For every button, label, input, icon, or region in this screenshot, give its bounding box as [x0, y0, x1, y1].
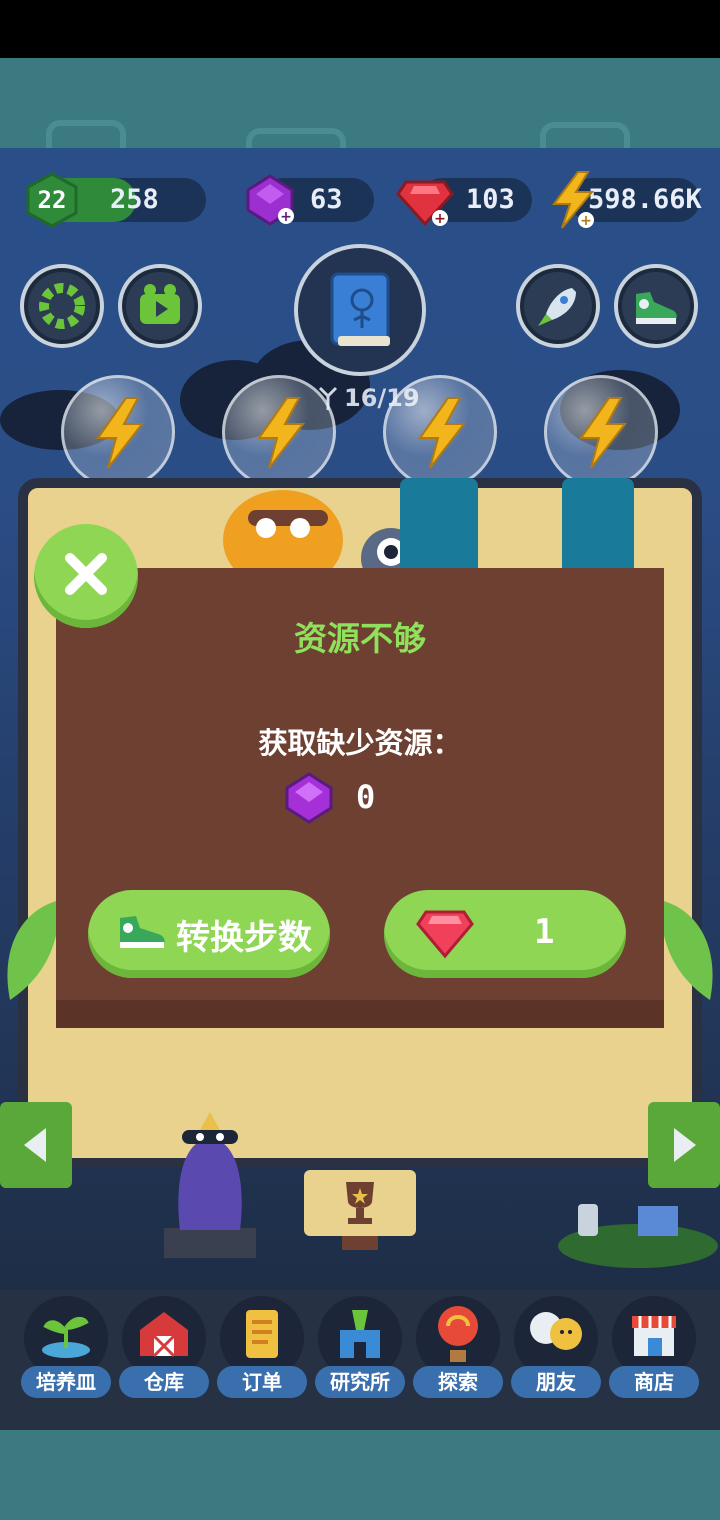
nav-label: 培养皿	[21, 1366, 111, 1398]
nav-explore[interactable]: 探索	[413, 1296, 503, 1404]
missing-amount: 0	[356, 778, 376, 816]
sign-post	[342, 1236, 378, 1250]
energy-bubble[interactable]	[383, 375, 497, 489]
level-number: 22	[37, 186, 67, 214]
nav-petri-dish[interactable]: 培养皿	[21, 1296, 111, 1404]
lightning-icon	[96, 397, 145, 469]
close-icon	[65, 553, 107, 595]
nav-shop[interactable]: 商店	[609, 1296, 699, 1404]
svg-text:+: +	[580, 213, 592, 229]
scene-bottom-band	[0, 1430, 720, 1520]
red-gem-icon: +	[396, 180, 454, 227]
nav-label: 研究所	[315, 1366, 405, 1398]
sneaker-button[interactable]	[614, 264, 698, 348]
nav-label: 商店	[609, 1366, 699, 1398]
friends-icon	[530, 1312, 582, 1350]
purple-gem-value: 63	[310, 184, 343, 215]
lightning-icon: +	[552, 171, 595, 229]
chevron-left-icon	[24, 1128, 46, 1162]
rocket-button[interactable]	[516, 264, 600, 348]
sneaker-icon	[636, 292, 677, 324]
lightning-icon	[418, 397, 467, 469]
trash-pile-icon	[558, 1204, 718, 1268]
settings-button[interactable]	[20, 264, 104, 348]
shop-icon	[632, 1316, 676, 1356]
video-button[interactable]	[118, 264, 202, 348]
orange-creature-icon	[223, 490, 343, 570]
status-bar	[0, 0, 720, 58]
barn-icon	[140, 1312, 188, 1358]
sneaker-icon	[120, 916, 165, 948]
book-icon	[330, 272, 390, 346]
dialog-subtitle: 获取缺少资源：	[258, 726, 462, 760]
buy-cost: 1	[534, 912, 555, 952]
blue-cactus-icon	[400, 478, 634, 578]
balloon-icon	[438, 1306, 478, 1362]
purple-gem-icon	[285, 772, 333, 824]
leaf-icon	[660, 900, 713, 1000]
lab-icon	[340, 1310, 380, 1358]
nav-research[interactable]: 研究所	[315, 1296, 405, 1404]
nav-friends[interactable]: 朋友	[511, 1296, 601, 1404]
purple-creature-icon	[164, 1112, 256, 1258]
nav-orders[interactable]: 订单	[217, 1296, 307, 1404]
scene-top-band	[0, 58, 720, 182]
trophy-sign[interactable]	[304, 1170, 416, 1236]
gear-icon	[39, 283, 85, 329]
energy-bubble[interactable]	[61, 375, 175, 489]
nav-label: 仓库	[119, 1366, 209, 1398]
xp-value: 258	[110, 184, 159, 215]
previous-dish-button[interactable]	[0, 1102, 72, 1188]
dialog-title: 资源不够	[294, 619, 426, 658]
nav-warehouse[interactable]: 仓库	[119, 1296, 209, 1404]
buy-with-ruby-button[interactable]: 1	[384, 890, 626, 978]
lightning-icon	[579, 397, 628, 469]
lightning-icon	[257, 397, 306, 469]
trophy-icon	[346, 1182, 374, 1224]
nav-label: 朋友	[511, 1366, 601, 1398]
dialog-bottom-edge	[56, 1000, 664, 1028]
leaf-icon	[7, 900, 60, 1000]
nav-label: 探索	[413, 1366, 503, 1398]
energy-bubble[interactable]	[544, 375, 658, 489]
convert-steps-button[interactable]: 转换步数	[88, 890, 330, 978]
close-button[interactable]	[34, 524, 138, 628]
next-dish-button[interactable]	[648, 1102, 720, 1188]
svg-text:+: +	[280, 209, 292, 225]
red-gem-value: 103	[466, 184, 515, 215]
nav-label: 订单	[217, 1366, 307, 1398]
chevron-right-icon	[674, 1128, 696, 1162]
convert-steps-label: 转换步数	[176, 918, 312, 958]
video-icon	[140, 284, 180, 324]
rocket-icon	[538, 288, 576, 326]
collection-book-button[interactable]	[294, 244, 426, 376]
red-gem-icon	[416, 910, 474, 959]
sprout-icon	[42, 1316, 90, 1358]
purple-gem-icon: +	[246, 174, 294, 226]
svg-text:+: +	[434, 211, 446, 227]
energy-value: 598.66K	[588, 184, 702, 215]
scroll-icon	[246, 1310, 278, 1358]
